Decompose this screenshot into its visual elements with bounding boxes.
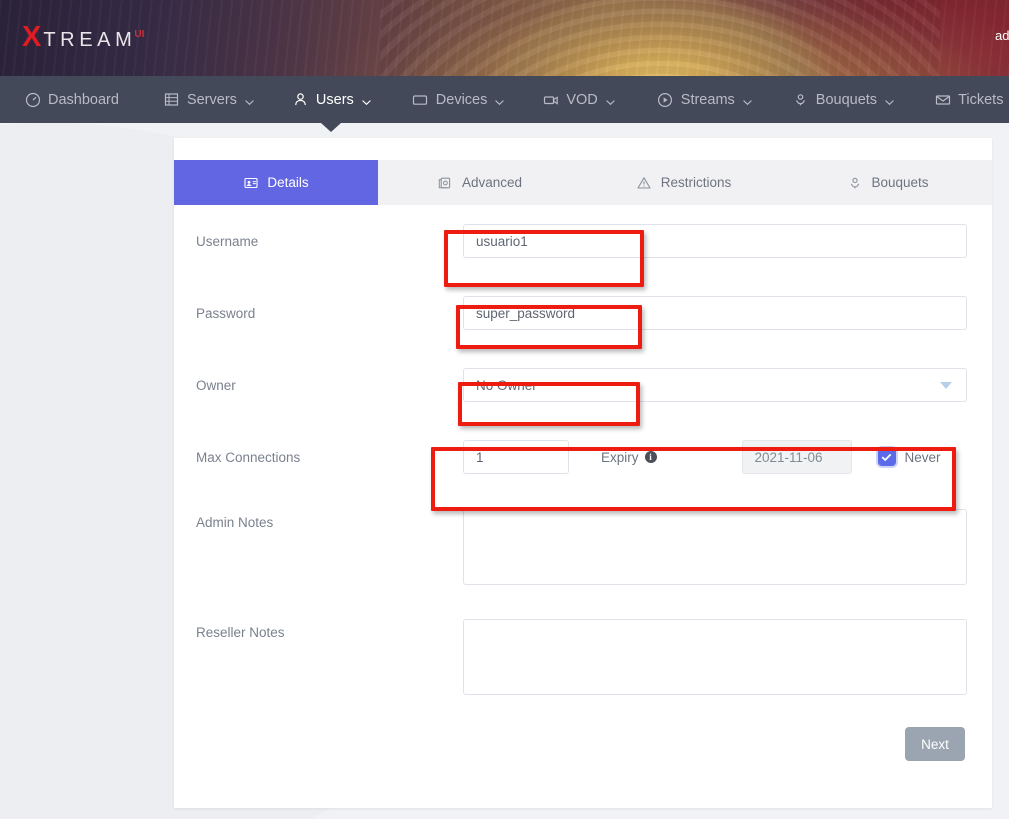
tab-label-bouquets: Bouquets (871, 175, 928, 190)
nav-label-tickets: Tickets (958, 92, 1003, 108)
id-card-icon (243, 175, 258, 190)
device-screen-icon (412, 91, 429, 108)
form-row-reseller-notes: Reseller Notes (174, 603, 992, 713)
owner-select[interactable]: No Owner (463, 368, 967, 402)
tab-bouquets[interactable]: Bouquets (786, 160, 990, 205)
form-row-admin-notes: Admin Notes (174, 493, 992, 603)
account-label[interactable]: ad (995, 28, 1009, 43)
xtream-logo[interactable]: X TREAM UI (22, 23, 144, 52)
password-input[interactable]: super_password (463, 296, 967, 330)
tab-advanced[interactable]: Advanced (378, 160, 582, 205)
logo-wordmark: TREAM (43, 30, 136, 50)
user-form-card: Details Advanced Restrictions Bouquets U… (174, 138, 992, 808)
details-form: Username usuario1 Password super_passwor… (174, 205, 992, 761)
nav-item-users[interactable]: Users (292, 91, 371, 108)
nav-label-bouquets: Bouquets (816, 92, 877, 108)
logo-superscript: UI (134, 29, 144, 40)
owner-select-value: No Owner (476, 378, 537, 393)
tab-label-details: Details (267, 175, 308, 190)
tab-details[interactable]: Details (174, 160, 378, 205)
banner-sheen-decoration (0, 0, 1009, 76)
chevron-down-icon (885, 95, 894, 104)
label-admin-notes: Admin Notes (196, 509, 463, 530)
logo-x-mark: X (22, 23, 41, 52)
label-username: Username (196, 234, 463, 249)
envelope-icon (934, 91, 951, 108)
label-max-connections: Max Connections (196, 450, 463, 465)
chevron-down-icon (606, 95, 615, 104)
never-checkbox[interactable] (878, 448, 896, 466)
never-checkbox-group[interactable]: Never (878, 448, 941, 466)
play-circle-icon (657, 91, 674, 108)
form-tabs: Details Advanced Restrictions Bouquets (174, 160, 992, 205)
chevron-down-icon (245, 95, 254, 104)
main-navigation: Dashboard Servers Users Devices VOD Stre… (0, 76, 1009, 123)
label-password: Password (196, 306, 463, 321)
expiry-text: Expiry (601, 450, 639, 465)
app-root: X TREAM UI ad Dashboard Servers Users De… (0, 0, 1009, 819)
label-reseller-notes: Reseller Notes (196, 619, 463, 640)
form-row-owner: Owner No Owner (174, 349, 992, 421)
max-connections-group: 1 Expiry i 2021-11-06 Never (463, 440, 941, 474)
expiry-date-input[interactable]: 2021-11-06 (742, 440, 852, 474)
form-footer: Next (174, 713, 992, 761)
never-label: Never (905, 450, 941, 465)
sliders-icon (438, 175, 453, 190)
header-banner: X TREAM UI ad (0, 0, 1009, 76)
nav-label-dashboard: Dashboard (48, 92, 119, 108)
tab-restrictions[interactable]: Restrictions (582, 160, 786, 205)
tab-label-advanced: Advanced (462, 175, 522, 190)
active-nav-indicator-caret (321, 123, 341, 132)
reseller-notes-textarea[interactable] (463, 619, 967, 695)
admin-notes-textarea[interactable] (463, 509, 967, 585)
nav-item-dashboard[interactable]: Dashboard (24, 91, 119, 108)
user-icon (292, 91, 309, 108)
nav-label-vod: VOD (566, 92, 597, 108)
label-owner: Owner (196, 378, 463, 393)
dashboard-gauge-icon (24, 91, 41, 108)
warning-triangle-icon (637, 175, 652, 190)
video-camera-icon (542, 91, 559, 108)
max-connections-input[interactable]: 1 (463, 440, 569, 474)
chevron-down-icon (362, 95, 371, 104)
form-row-username: Username usuario1 (174, 205, 992, 277)
tab-label-restrictions: Restrictions (661, 175, 732, 190)
chevron-down-icon (743, 95, 752, 104)
nav-item-devices[interactable]: Devices (412, 91, 505, 108)
nav-label-devices: Devices (436, 92, 488, 108)
flower-icon (847, 175, 862, 190)
nav-item-servers[interactable]: Servers (163, 91, 254, 108)
chevron-down-icon (495, 95, 504, 104)
label-expiry: Expiry i (601, 450, 657, 465)
form-row-password: Password super_password (174, 277, 992, 349)
nav-label-streams: Streams (681, 92, 735, 108)
username-input[interactable]: usuario1 (463, 224, 967, 258)
nav-item-streams[interactable]: Streams (657, 91, 752, 108)
flower-icon (792, 91, 809, 108)
server-rack-icon (163, 91, 180, 108)
info-icon[interactable]: i (645, 451, 657, 463)
nav-item-vod[interactable]: VOD (542, 91, 614, 108)
nav-label-users: Users (316, 92, 354, 108)
nav-item-tickets[interactable]: Tickets (934, 91, 1003, 108)
nav-label-servers: Servers (187, 92, 237, 108)
chevron-down-icon (940, 382, 952, 389)
next-button[interactable]: Next (905, 727, 965, 761)
nav-item-bouquets[interactable]: Bouquets (792, 91, 894, 108)
form-row-max-connections: Max Connections 1 Expiry i 2021-11-06 Ne… (174, 421, 992, 493)
